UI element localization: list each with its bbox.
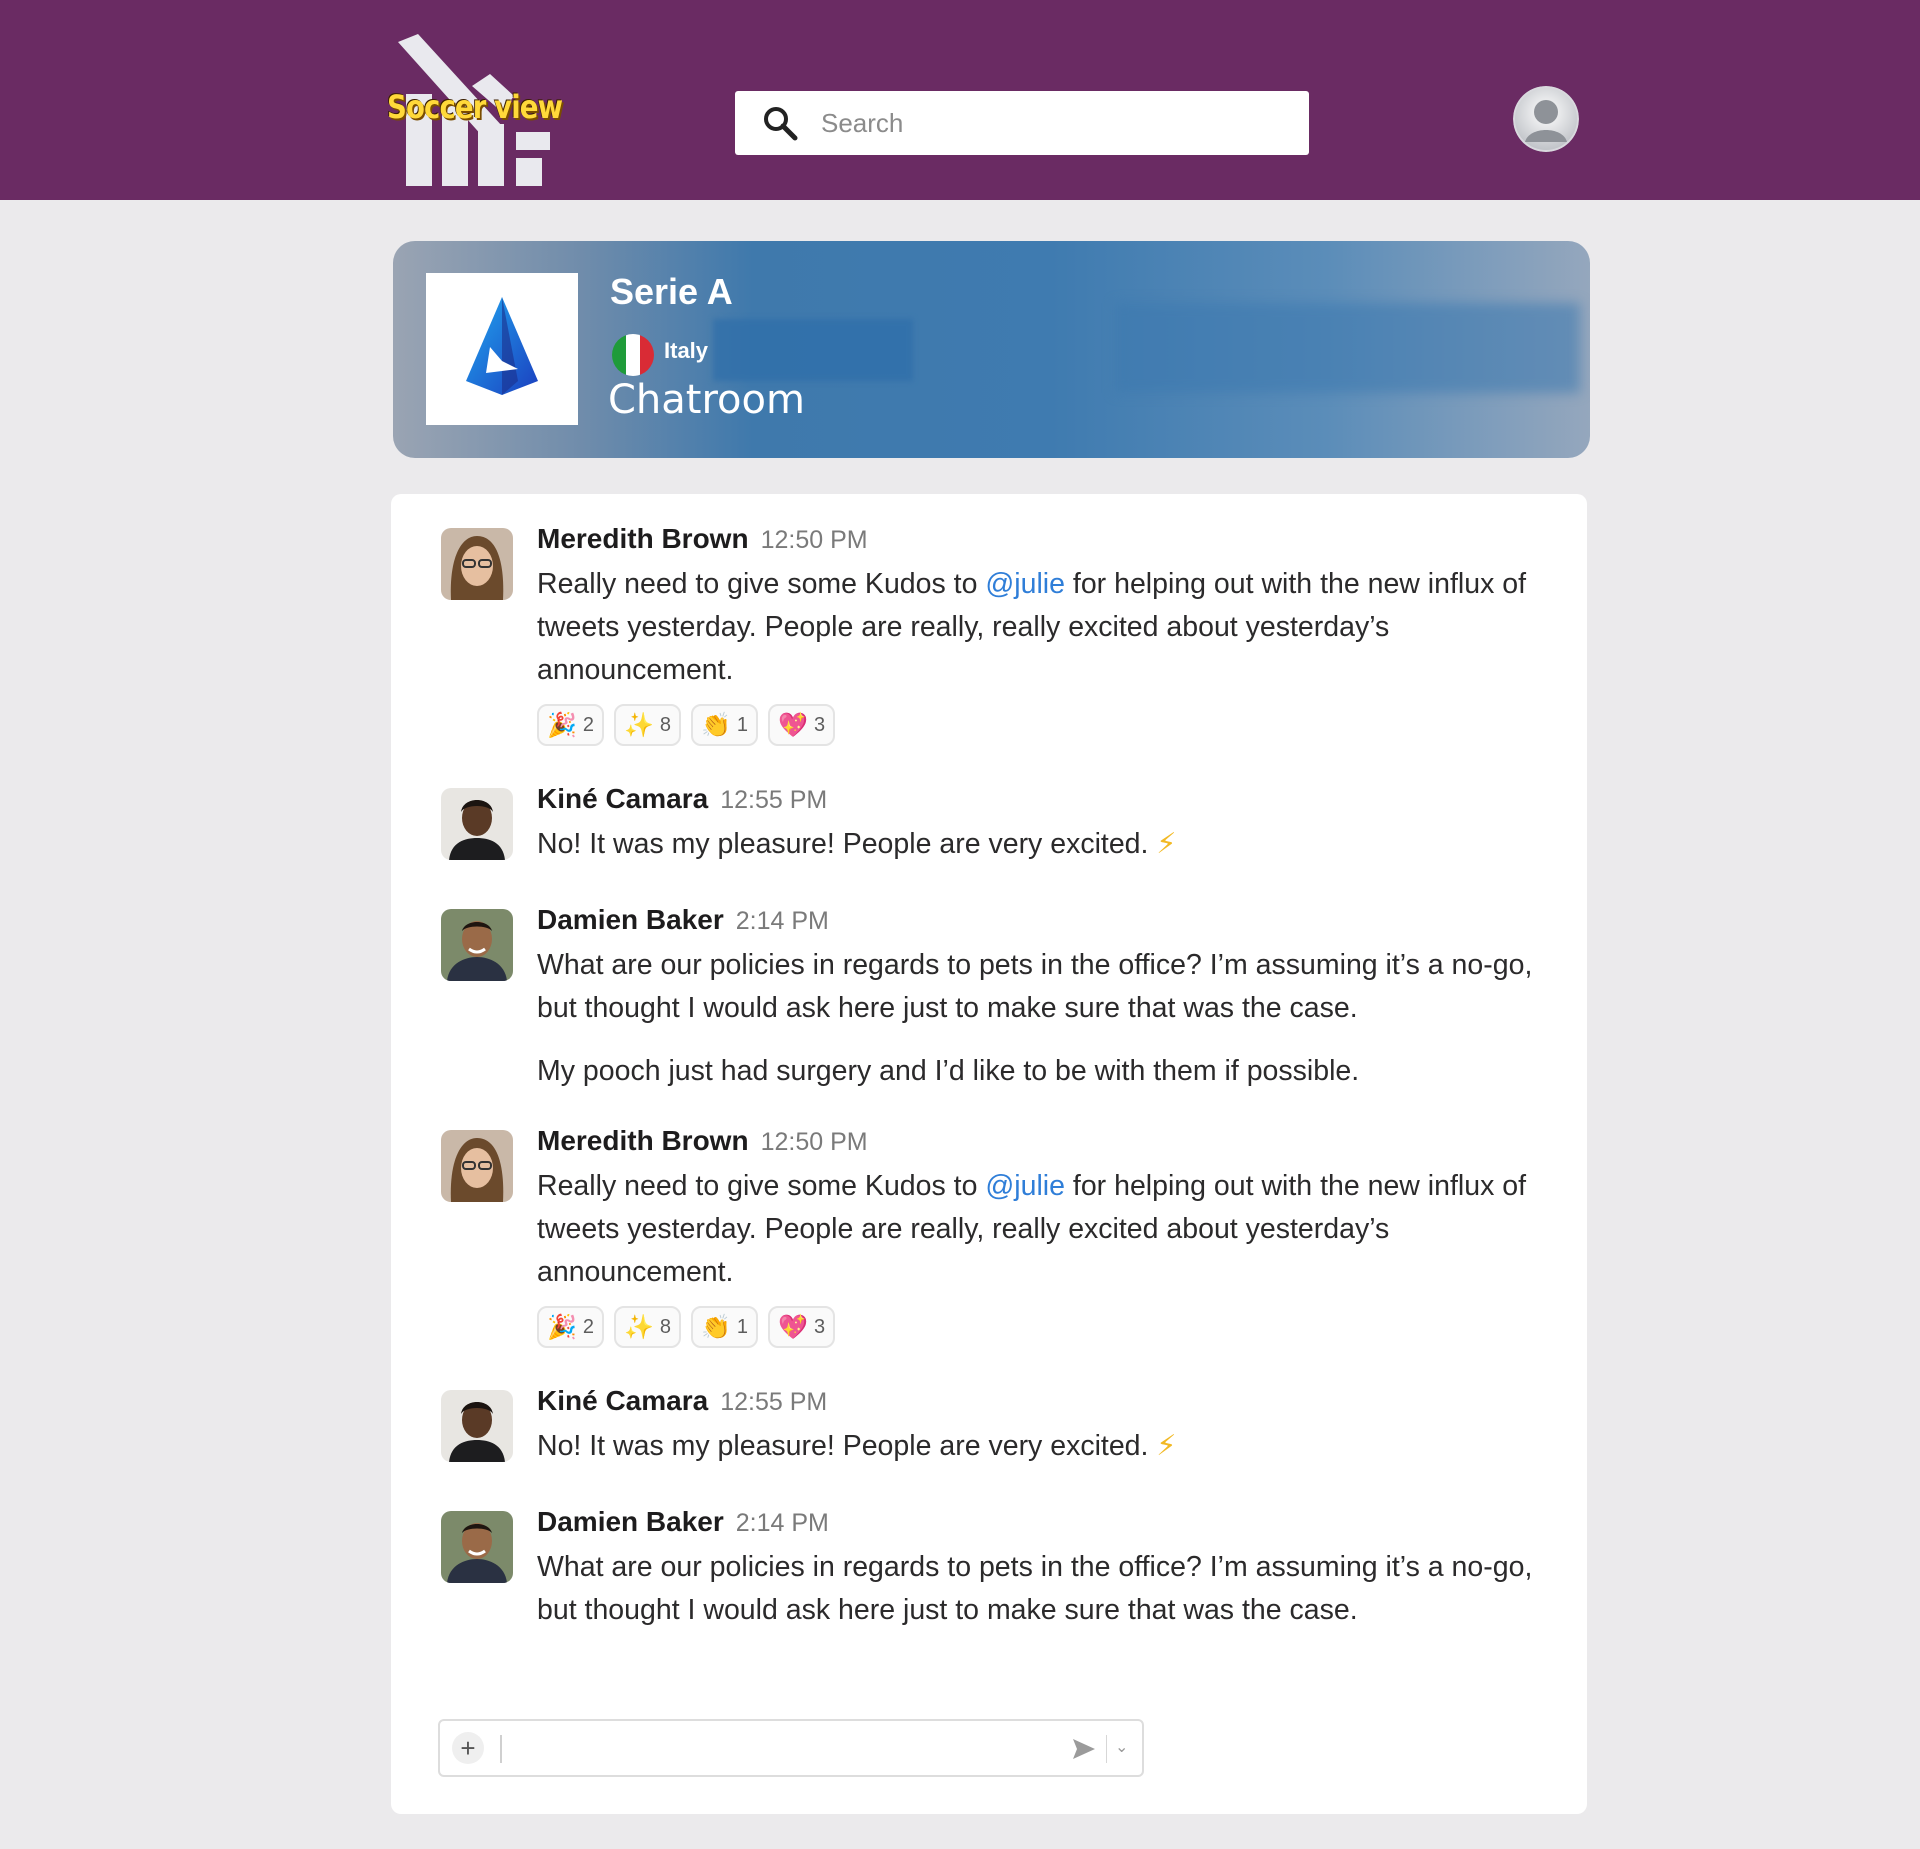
message-author[interactable]: Kiné Camara xyxy=(537,783,708,814)
reaction-sparkles[interactable]: ✨ 8 xyxy=(614,1306,682,1348)
reaction-heart[interactable]: 💖 3 xyxy=(768,704,836,746)
message-author[interactable]: Meredith Brown xyxy=(537,523,749,554)
reaction-clap[interactable]: 👏 1 xyxy=(691,704,759,746)
avatar[interactable] xyxy=(441,528,513,600)
search-input[interactable] xyxy=(821,107,1281,139)
sparkles-icon: ✨ xyxy=(624,711,654,739)
top-bar: Soccer view xyxy=(0,0,1920,200)
message-author[interactable]: Damien Baker xyxy=(537,904,724,935)
message-text: No! It was my pleasure! People are very … xyxy=(537,1425,1547,1468)
reaction-count: 3 xyxy=(813,713,826,736)
league-logo[interactable] xyxy=(426,273,578,425)
lightning-icon: ⚡ xyxy=(1156,1430,1177,1462)
message-time: 2:14 PM xyxy=(735,907,829,935)
message-composer[interactable]: + ⌄ xyxy=(438,1719,1144,1777)
message-paragraph: What are our policies in regards to pets… xyxy=(537,1551,1533,1626)
avatar[interactable] xyxy=(441,788,513,860)
banner-blur xyxy=(713,319,913,381)
reaction-clap[interactable]: 👏 1 xyxy=(691,1306,759,1348)
lightning-icon: ⚡ xyxy=(1156,828,1177,860)
message-text-part: Really need to give some Kudos to xyxy=(537,568,986,600)
message-text: No! It was my pleasure! People are very … xyxy=(537,823,1547,866)
reaction-count: 2 xyxy=(582,713,595,736)
mention-link[interactable]: @julie xyxy=(985,568,1065,600)
message-author[interactable]: Kiné Camara xyxy=(537,1385,708,1416)
message-text: What are our policies in regards to pets… xyxy=(537,944,1547,1093)
avatar[interactable] xyxy=(441,1130,513,1202)
reaction-sparkles[interactable]: ✨ 8 xyxy=(614,704,682,746)
search-bar[interactable] xyxy=(735,91,1309,155)
chat-panel: Meredith Brown 12:50 PM Really need to gi… xyxy=(391,494,1587,1814)
message-time: 2:14 PM xyxy=(735,1509,829,1537)
mention-link[interactable]: @julie xyxy=(985,1170,1065,1202)
clapping-hands-icon: 👏 xyxy=(701,1313,731,1341)
message-author[interactable]: Damien Baker xyxy=(537,1506,724,1537)
message-text: What are our policies in regards to pets… xyxy=(537,1546,1547,1632)
reaction-heart[interactable]: 💖 3 xyxy=(768,1306,836,1348)
brand-name: Soccer view xyxy=(387,88,563,126)
message-text-part: Really need to give some Kudos to xyxy=(537,1170,986,1202)
reaction-count: 8 xyxy=(659,1315,672,1338)
avatar[interactable] xyxy=(441,1390,513,1462)
reaction-count: 8 xyxy=(659,713,672,736)
reaction-bar: 🎉 2 ✨ 8 👏 1 💖 3 xyxy=(537,704,1547,746)
plus-icon[interactable]: + xyxy=(452,1732,484,1764)
league-banner: Serie A Italy Chatroom xyxy=(393,241,1590,458)
italy-flag-icon xyxy=(612,334,654,376)
message-time: 12:55 PM xyxy=(720,786,828,814)
message-paragraph: What are our policies in regards to pets… xyxy=(537,949,1533,1024)
league-name: Serie A xyxy=(610,271,733,312)
avatar[interactable] xyxy=(441,909,513,981)
sparkles-icon: ✨ xyxy=(624,1313,654,1341)
reaction-party[interactable]: 🎉 2 xyxy=(537,704,605,746)
reaction-count: 1 xyxy=(736,713,749,736)
user-avatar-icon[interactable] xyxy=(1513,86,1579,152)
reaction-bar: 🎉 2 ✨ 8 👏 1 💖 3 xyxy=(537,1306,1547,1348)
message-text-part: No! It was my pleasure! People are very … xyxy=(537,1430,1149,1462)
message-author[interactable]: Meredith Brown xyxy=(537,1125,749,1156)
message-text: Really need to give some Kudos to @julie… xyxy=(537,1165,1547,1294)
reaction-party[interactable]: 🎉 2 xyxy=(537,1306,605,1348)
league-country: Italy xyxy=(664,338,709,363)
divider xyxy=(1106,1735,1107,1763)
page-title: Chatroom xyxy=(608,377,805,423)
sparkling-heart-icon: 💖 xyxy=(778,1313,808,1341)
message-paragraph: My pooch just had surgery and I’d like t… xyxy=(537,1055,1360,1087)
message-text: Really need to give some Kudos to @julie… xyxy=(537,563,1547,692)
search-icon xyxy=(764,107,798,141)
message-text-part: No! It was my pleasure! People are very … xyxy=(537,828,1149,860)
reaction-count: 1 xyxy=(736,1315,749,1338)
sparkling-heart-icon: 💖 xyxy=(778,711,808,739)
serie-a-logo-icon xyxy=(466,297,538,395)
avatar[interactable] xyxy=(441,1511,513,1583)
chevron-down-icon[interactable]: ⌄ xyxy=(1115,1737,1128,1757)
message-time: 12:55 PM xyxy=(720,1388,828,1416)
reaction-count: 2 xyxy=(582,1315,595,1338)
party-popper-icon: 🎉 xyxy=(547,711,577,739)
reaction-count: 3 xyxy=(813,1315,826,1338)
clapping-hands-icon: 👏 xyxy=(701,711,731,739)
message-time: 12:50 PM xyxy=(760,1128,868,1156)
message-time: 12:50 PM xyxy=(760,526,868,554)
send-icon[interactable] xyxy=(1070,1735,1098,1763)
party-popper-icon: 🎉 xyxy=(547,1313,577,1341)
banner-blur xyxy=(1115,303,1580,393)
text-cursor xyxy=(500,1735,502,1763)
